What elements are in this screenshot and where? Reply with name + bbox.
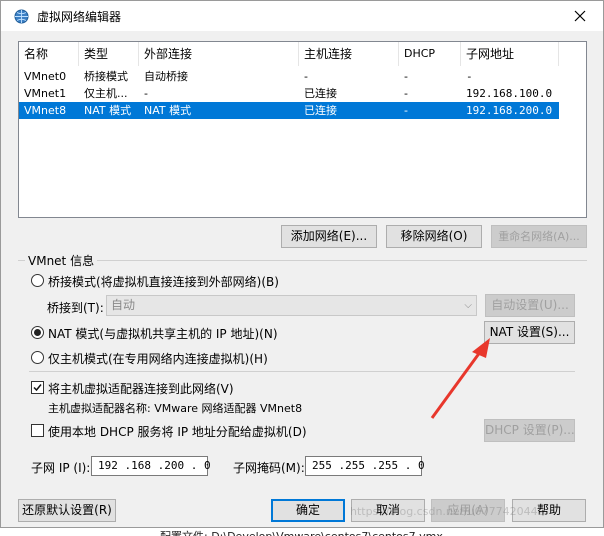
- nat-mode-label: NAT 模式(与虚拟机共享主机的 IP 地址)(N): [48, 327, 278, 341]
- network-list[interactable]: 名称 类型 外部连接 主机连接 DHCP 子网地址 VMnet0 桥接模式 自动…: [18, 41, 587, 218]
- bridge-to-label: 桥接到(T):: [47, 301, 104, 315]
- cell-name: VMnet0: [24, 70, 67, 83]
- cell-subnet: 192.168.100.0: [466, 87, 553, 100]
- subnet-mask-label: 子网掩码(M):: [233, 461, 305, 475]
- network-list-header: 名称 类型 外部连接 主机连接 DHCP 子网地址: [19, 42, 586, 66]
- table-row-vmnet0[interactable]: VMnet0 桥接模式 自动桥接 - - -: [19, 68, 559, 85]
- table-row-vmnet8[interactable]: VMnet8 NAT 模式 NAT 模式 已连接 - 192.168.200.0: [19, 102, 559, 119]
- column-header-subnet[interactable]: 子网地址: [461, 42, 559, 66]
- cell-subnet: -: [466, 70, 473, 83]
- dhcp-checkbox[interactable]: [31, 424, 44, 437]
- window-title: 虚拟网络编辑器: [37, 10, 122, 24]
- cell-type: NAT 模式: [84, 104, 132, 117]
- ok-button[interactable]: 确定: [271, 499, 345, 522]
- cell-dhcp: -: [404, 70, 408, 83]
- cell-host: 已连接: [304, 104, 337, 117]
- virtual-network-editor-dialog: 虚拟网络编辑器 名称 类型 外部连接 主机连接 DHCP 子网地址 VMnet0…: [0, 0, 604, 528]
- cell-host: -: [304, 70, 308, 83]
- column-header-dhcp[interactable]: DHCP: [399, 42, 461, 66]
- add-network-button[interactable]: 添加网络(E)...: [281, 225, 377, 248]
- cell-host: 已连接: [304, 87, 337, 100]
- bridge-to-select[interactable]: 自动 ⌵: [106, 295, 477, 316]
- close-button[interactable]: [565, 4, 595, 28]
- group-divider: [29, 371, 575, 372]
- cell-external: NAT 模式: [144, 104, 192, 117]
- nat-settings-button[interactable]: NAT 设置(S)...: [484, 321, 575, 344]
- column-header-type[interactable]: 类型: [79, 42, 139, 66]
- bridge-mode-label: 桥接模式(将虚拟机直接连接到外部网络)(B): [48, 275, 279, 289]
- vmware-network-icon: [14, 9, 29, 24]
- group-divider-top: [18, 260, 587, 261]
- host-only-mode-label: 仅主机模式(在专用网络内连接虚拟机)(H): [48, 352, 268, 366]
- column-header-name[interactable]: 名称: [19, 42, 79, 66]
- table-row-vmnet1[interactable]: VMnet1 仅主机... - 已连接 - 192.168.100.0: [19, 85, 559, 102]
- cell-name: VMnet8: [24, 104, 67, 117]
- rename-network-button[interactable]: 重命名网络(A)...: [491, 225, 587, 248]
- cell-name: VMnet1: [24, 87, 67, 100]
- adapter-name-text: 主机虚拟适配器名称: VMware 网络适配器 VMnet8: [48, 402, 303, 415]
- cell-external: -: [144, 87, 148, 100]
- dhcp-label: 使用本地 DHCP 服务将 IP 地址分配给虚拟机(D): [48, 425, 307, 439]
- host-only-mode-radio[interactable]: [31, 351, 44, 364]
- cell-dhcp: -: [404, 104, 408, 117]
- subnet-ip-label: 子网 IP (I):: [31, 461, 91, 475]
- connect-adapter-label: 将主机虚拟适配器连接到此网络(V): [48, 382, 234, 396]
- subnet-ip-input[interactable]: 192 .168 .200 . 0: [91, 456, 211, 476]
- close-icon: [574, 10, 586, 22]
- auto-settings-button[interactable]: 自动设置(U)...: [485, 294, 575, 317]
- remove-network-button[interactable]: 移除网络(O): [386, 225, 482, 248]
- bridge-mode-radio[interactable]: [31, 274, 44, 287]
- column-header-host[interactable]: 主机连接: [299, 42, 399, 66]
- vmnet-info-title: VMnet 信息: [25, 252, 98, 269]
- connect-adapter-checkbox[interactable]: [31, 381, 44, 394]
- cell-type: 仅主机...: [84, 87, 128, 100]
- dhcp-settings-button[interactable]: DHCP 设置(P)...: [484, 419, 575, 442]
- column-header-external[interactable]: 外部连接: [139, 42, 299, 66]
- chevron-down-icon: ⌵: [464, 300, 472, 311]
- cell-dhcp: -: [404, 87, 408, 100]
- restore-defaults-button[interactable]: 还原默认设置(R): [18, 499, 116, 522]
- subnet-mask-input[interactable]: 255 .255 .255 . 0: [305, 456, 425, 476]
- bridge-to-value: 自动: [111, 298, 136, 312]
- cell-subnet: 192.168.200.0: [466, 104, 553, 117]
- watermark-text: https://blog.csdn.net/u0777420442: [350, 505, 545, 518]
- cell-external: 自动桥接: [144, 70, 188, 83]
- nat-mode-radio[interactable]: [31, 326, 44, 339]
- background-config-text: 配置文件: D:\Develop\Vmware\centos7\centos7.…: [160, 528, 443, 536]
- title-bar: 虚拟网络编辑器: [1, 1, 603, 31]
- checkmark-icon: [33, 384, 42, 392]
- cell-type: 桥接模式: [84, 70, 128, 83]
